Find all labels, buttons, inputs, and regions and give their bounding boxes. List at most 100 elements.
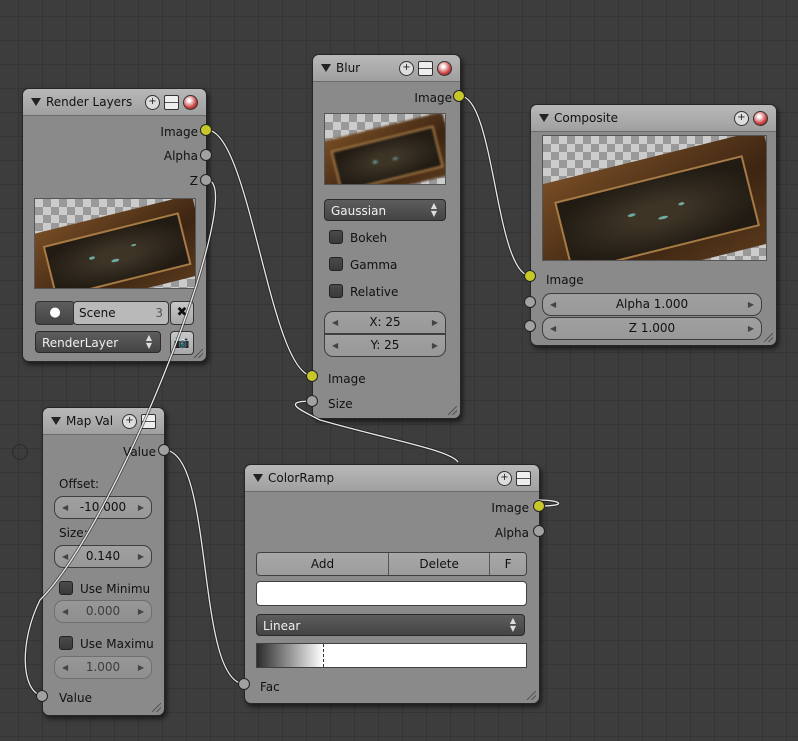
composite-z-field[interactable]: ◀ Z 1.000 ▶ [542, 317, 762, 340]
increment-arrow-icon[interactable]: ▶ [432, 312, 438, 333]
color-ramp-image-output-socket[interactable] [533, 500, 545, 512]
decrement-arrow-icon[interactable]: ◀ [332, 335, 338, 356]
add-stop-button[interactable]: Add [257, 553, 390, 575]
increment-arrow-icon[interactable]: ▶ [138, 657, 144, 678]
dropdown-arrows-icon: ▲ ▼ [509, 616, 516, 633]
render-layer-dropdown[interactable]: RenderLayer ▲ ▼ [35, 331, 161, 353]
preview-sphere-icon[interactable] [753, 111, 768, 126]
collapse-triangle-icon[interactable] [31, 98, 41, 106]
max-field[interactable]: ◀ 1.000 ▶ [54, 656, 152, 679]
render-camera-icon[interactable]: 📷 [170, 331, 194, 355]
decrement-arrow-icon[interactable]: ◀ [62, 657, 68, 678]
collapse-triangle-icon[interactable] [51, 417, 61, 425]
delete-stop-button[interactable]: Delete [389, 553, 491, 575]
increment-arrow-icon[interactable]: ▶ [748, 294, 754, 315]
relative-checkbox[interactable]: Relative [329, 284, 398, 299]
blur-image-output-socket[interactable] [453, 90, 465, 102]
checkbox-box[interactable] [59, 636, 73, 650]
blur-header[interactable]: Blur + [313, 55, 460, 82]
increment-arrow-icon[interactable]: ▶ [138, 546, 144, 567]
blur-node[interactable]: Blur + Image Gaussian ▲ ▼ Bokeh Gamma Rel… [312, 54, 461, 419]
node-options-icon[interactable] [141, 414, 156, 429]
plus-icon[interactable]: + [122, 414, 137, 429]
composite-z-input-socket[interactable] [524, 320, 536, 332]
node-title: Map Val [66, 414, 114, 428]
increment-arrow-icon[interactable]: ▶ [748, 318, 754, 339]
blur-filter-dropdown[interactable]: Gaussian ▲ ▼ [324, 199, 446, 221]
color-ramp-node[interactable]: ColorRamp + Image Alpha Add Delete F Lin… [244, 464, 540, 704]
checkbox-box[interactable] [329, 230, 343, 244]
map-value-header[interactable]: Map Val + [43, 408, 164, 435]
render-layers-alpha-output-socket[interactable] [200, 149, 212, 161]
plus-icon[interactable]: + [145, 95, 160, 110]
decrement-arrow-icon[interactable]: ◀ [550, 318, 556, 339]
use-minimum-checkbox[interactable]: Use Minimu [59, 581, 150, 596]
scene-icon[interactable]: ● [35, 301, 75, 325]
blur-x-field[interactable]: ◀ X: 25 ▶ [324, 311, 446, 334]
composite-alpha-field[interactable]: ◀ Alpha 1.000 ▶ [542, 293, 762, 316]
decrement-arrow-icon[interactable]: ◀ [62, 601, 68, 622]
use-maximum-checkbox[interactable]: Use Maximu [59, 636, 154, 651]
preview-sphere-icon[interactable] [437, 61, 452, 76]
composite-image-input-socket[interactable] [524, 270, 536, 282]
resize-grip-icon[interactable] [194, 349, 203, 358]
node-options-icon[interactable] [516, 471, 531, 486]
increment-arrow-icon[interactable]: ▶ [138, 601, 144, 622]
composite-header[interactable]: Composite + [531, 105, 776, 132]
node-options-icon[interactable] [164, 95, 179, 110]
blur-image-input-socket[interactable] [306, 370, 318, 382]
node-options-icon[interactable] [418, 61, 433, 76]
color-ramp-header[interactable]: ColorRamp + [245, 465, 539, 492]
decrement-arrow-icon[interactable]: ◀ [62, 546, 68, 567]
checkbox-box[interactable] [59, 581, 73, 595]
min-field[interactable]: ◀ 0.000 ▶ [54, 600, 152, 623]
resize-grip-icon[interactable] [527, 691, 536, 700]
plus-icon[interactable]: + [497, 471, 512, 486]
decrement-arrow-icon[interactable]: ◀ [550, 294, 556, 315]
checkbox-box[interactable] [329, 257, 343, 271]
composite-node[interactable]: Composite + Image ◀ Alpha 1.000 ▶ ◀ Z 1.… [530, 104, 777, 346]
render-layers-z-output-socket[interactable] [200, 174, 212, 186]
preview-sphere-icon[interactable] [183, 95, 198, 110]
render-layers-node[interactable]: Render Layers + Image Alpha Z ● Scene 3 … [22, 88, 207, 362]
increment-arrow-icon[interactable]: ▶ [432, 335, 438, 356]
blur-size-input-socket[interactable] [306, 395, 318, 407]
dropdown-arrows-icon: ▲ ▼ [430, 201, 437, 218]
composite-alpha-input-socket[interactable] [524, 296, 536, 308]
map-value-output-socket[interactable] [158, 444, 170, 456]
resize-grip-icon[interactable] [152, 703, 161, 712]
plus-icon[interactable]: + [399, 61, 414, 76]
unlink-scene-x-icon[interactable]: ✖ [170, 301, 194, 325]
interpolation-dropdown[interactable]: Linear ▲ ▼ [256, 614, 525, 636]
increment-arrow-icon[interactable]: ▶ [138, 497, 144, 518]
plus-icon[interactable]: + [734, 111, 749, 126]
offset-field[interactable]: ◀ -10.000 ▶ [54, 496, 152, 519]
ramp-stop-marker[interactable] [323, 644, 324, 667]
scene-selector[interactable]: Scene 3 [73, 301, 169, 325]
flip-ramp-button[interactable]: F [490, 553, 526, 575]
map-value-node[interactable]: Map Val + Value Offset: ◀ -10.000 ▶ Size… [42, 407, 165, 716]
color-ramp-alpha-output-socket[interactable] [533, 525, 545, 537]
color-ramp-fac-input-socket[interactable] [238, 678, 250, 690]
blur-y-field[interactable]: ◀ Y: 25 ▶ [324, 334, 446, 357]
composite-preview-image [542, 135, 767, 261]
checkbox-box[interactable] [329, 284, 343, 298]
active-color-swatch[interactable] [256, 581, 527, 606]
resize-grip-icon[interactable] [764, 333, 773, 342]
color-ramp-gradient[interactable] [256, 643, 527, 668]
map-value-input-socket[interactable] [36, 690, 48, 702]
output-label-value: Value [123, 445, 156, 459]
render-layers-image-output-socket[interactable] [200, 124, 212, 136]
resize-grip-icon[interactable] [448, 406, 457, 415]
render-layers-header[interactable]: Render Layers + [23, 89, 206, 116]
decrement-arrow-icon[interactable]: ◀ [62, 497, 68, 518]
gamma-checkbox[interactable]: Gamma [329, 257, 397, 272]
collapse-triangle-icon[interactable] [253, 474, 263, 482]
ramp-gradient-fill [257, 644, 323, 667]
reroute-socket[interactable] [12, 444, 28, 460]
decrement-arrow-icon[interactable]: ◀ [332, 312, 338, 333]
collapse-triangle-icon[interactable] [321, 64, 331, 72]
bokeh-checkbox[interactable]: Bokeh [329, 230, 387, 245]
size-field[interactable]: ◀ 0.140 ▶ [54, 545, 152, 568]
collapse-triangle-icon[interactable] [539, 114, 549, 122]
